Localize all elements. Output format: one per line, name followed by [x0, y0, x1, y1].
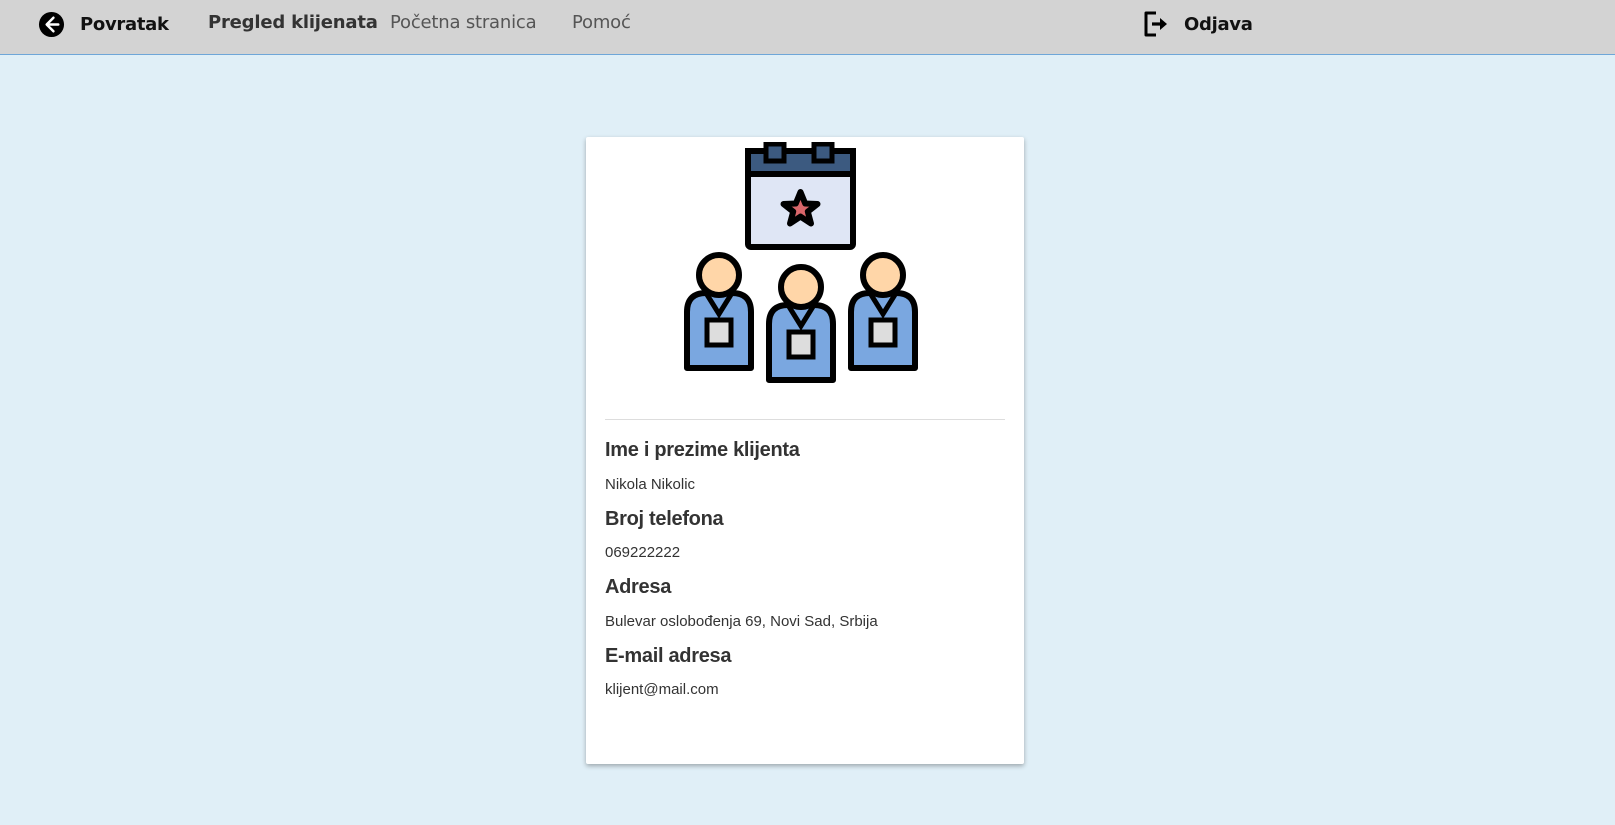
logout-label: Odjava: [1184, 13, 1253, 35]
logout-icon: [1144, 11, 1167, 37]
nav-pocetna-stranica[interactable]: Početna stranica: [390, 12, 537, 33]
top-navigation-bar: Povratak Pregled klijenata Početna stran…: [0, 0, 1615, 55]
logout-button[interactable]: Odjava: [1143, 9, 1253, 39]
card-divider: [605, 419, 1005, 420]
nav-pomoc[interactable]: Pomoć: [572, 12, 631, 33]
back-button-label: Povratak: [80, 13, 169, 35]
back-button[interactable]: Povratak: [38, 10, 169, 38]
client-name-value: Nikola Nikolic: [605, 476, 696, 493]
address-value: Bulevar oslobođenja 69, Novi Sad, Srbija: [605, 613, 878, 630]
clients-calendar-star-illustration: [684, 142, 918, 383]
client-details-card: Ime i prezime klijenta Nikola Nikolic Br…: [586, 137, 1024, 764]
client-name-label: Ime i prezime klijenta: [605, 439, 800, 461]
address-label: Adresa: [605, 576, 672, 598]
email-label: E-mail adresa: [605, 645, 732, 667]
phone-value: 069222222: [605, 544, 681, 561]
nav-pregled-klijenata[interactable]: Pregled klijenata: [208, 12, 378, 33]
arrow-left-circle-icon: [38, 11, 65, 37]
phone-label: Broj telefona: [605, 508, 724, 530]
email-value: klijent@mail.com: [605, 681, 719, 698]
